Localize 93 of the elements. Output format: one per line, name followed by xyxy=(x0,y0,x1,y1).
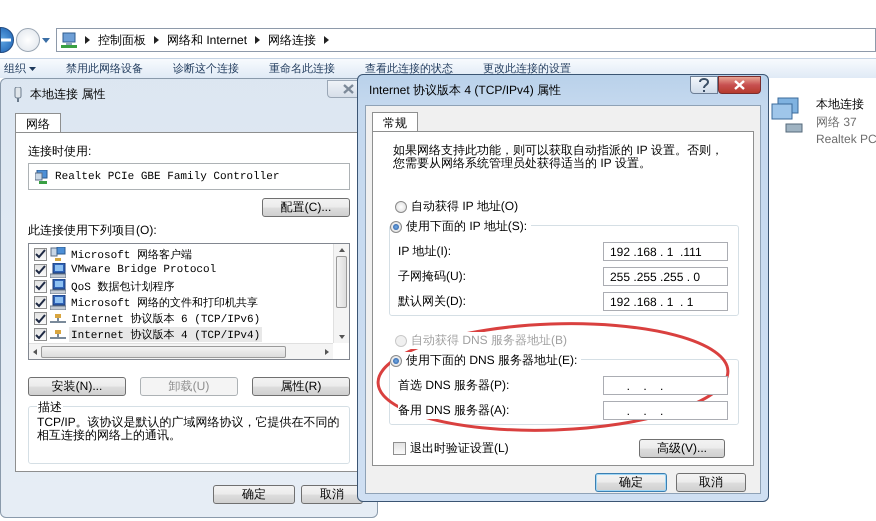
ip-address-field[interactable]: 255 .255 .255 . 0 xyxy=(603,267,728,286)
network-line-icon xyxy=(50,313,66,324)
chevron-right-icon xyxy=(255,36,260,44)
check-icon xyxy=(35,265,46,276)
configure-button[interactable]: 配置(C)... xyxy=(262,198,350,217)
network-folder-icon xyxy=(61,32,77,48)
computer-icon xyxy=(50,247,66,262)
field-label: IP 地址(I): xyxy=(398,243,452,260)
help-icon xyxy=(698,78,710,92)
breadcrumb-item[interactable]: 控制面板 xyxy=(98,32,146,48)
scroll-right-icon xyxy=(325,348,329,354)
tab[interactable]: 常规 xyxy=(372,112,418,132)
list-item[interactable]: QoS 数据包计划程序 xyxy=(69,278,176,294)
breadcrumb-item[interactable]: 网络连接 xyxy=(268,32,316,48)
connection-adapter: Realtek PC xyxy=(816,132,876,146)
check-icon xyxy=(35,314,46,324)
field-label: 子网掩码(U): xyxy=(398,268,466,285)
checkbox[interactable] xyxy=(34,328,47,342)
toolbar-button[interactable]: 重命名此连接 xyxy=(269,61,335,76)
monitor-icon xyxy=(50,295,66,310)
cancel-button[interactable]: 取消 xyxy=(301,485,363,504)
cancel-button[interactable]: 取消 xyxy=(676,473,746,492)
checkbox[interactable] xyxy=(34,264,47,277)
scroll-down-icon xyxy=(338,335,344,339)
group-title: 描述 xyxy=(37,399,63,416)
list-item[interactable]: Internet 协议版本 6 (TCP/IPv6) xyxy=(69,311,262,326)
radio-button[interactable]: 使用下面的 DNS 服务器地址(E): xyxy=(390,352,582,369)
radio-button[interactable]: 使用下面的 IP 地址(S): xyxy=(390,218,532,235)
ip-address-field[interactable]: 192 .168 . 1 . 1 xyxy=(603,292,728,311)
monitor-icon xyxy=(50,278,66,294)
scroll-left-icon xyxy=(33,348,37,354)
field-label: 首选 DNS 服务器(P): xyxy=(398,377,510,394)
ip-address-field[interactable]: . . . xyxy=(603,376,728,395)
connection-name[interactable]: 本地连接 xyxy=(816,96,876,113)
toolbar-button[interactable]: 查看此连接的状态 xyxy=(365,61,453,76)
close-icon xyxy=(734,80,745,90)
check-icon xyxy=(35,298,46,308)
horizontal-scrollbar[interactable] xyxy=(29,343,333,359)
close-icon xyxy=(343,84,354,94)
vertical-scrollbar[interactable] xyxy=(333,244,349,343)
toolbar-button[interactable]: 诊断这个连接 xyxy=(173,61,239,76)
window-title: 本地连接 属性 xyxy=(30,86,106,102)
checkbox[interactable] xyxy=(34,296,47,310)
list-label: 此连接使用下列项目(O): xyxy=(28,222,158,239)
help-button[interactable] xyxy=(690,76,718,94)
check-icon xyxy=(35,281,46,292)
description-text: TCP/IP。该协议是默认的广域网络协议，它提供在不同的相互连接的网络上的通讯。 xyxy=(37,416,341,442)
dropdown-caret-icon xyxy=(29,66,36,70)
list-item[interactable]: Microsoft 网络客户端 xyxy=(69,246,194,262)
back-button[interactable] xyxy=(0,27,14,53)
scroll-thumb[interactable] xyxy=(336,256,347,308)
check-icon xyxy=(35,249,46,260)
list-item[interactable]: VMware Bridge Protocol xyxy=(69,264,218,276)
monitor-icon xyxy=(50,262,66,278)
list-item[interactable]: Microsoft 网络的文件和打印机共享 xyxy=(69,295,260,310)
network-line-icon xyxy=(50,329,66,340)
radio-button[interactable]: 自动获得 IP 地址(O) xyxy=(393,198,739,215)
toolbar-button[interactable]: 组织 xyxy=(4,61,36,76)
checkbox[interactable] xyxy=(34,248,47,261)
ok-button[interactable]: 确定 xyxy=(213,485,295,504)
action-button[interactable]: 安装(N)... xyxy=(28,377,126,396)
checkbox[interactable] xyxy=(34,312,47,326)
scroll-thumb[interactable] xyxy=(41,346,286,358)
ok-button[interactable]: 确定 xyxy=(595,473,667,492)
checkbox-label[interactable]: 退出时验证设置(L) xyxy=(410,440,509,457)
toolbar-button[interactable]: 更改此连接的设置 xyxy=(483,61,571,76)
checkbox[interactable] xyxy=(34,280,47,293)
action-button[interactable]: 属性(R) xyxy=(252,377,350,396)
chevron-right-icon xyxy=(85,36,90,44)
field-label: 默认网关(D): xyxy=(398,293,466,310)
field-label: 连接时使用: xyxy=(28,143,92,160)
checkbox[interactable] xyxy=(393,442,406,455)
ip-address-field[interactable]: 192 .168 . 1 .111 xyxy=(603,242,728,261)
check-icon xyxy=(35,330,46,340)
address-bar[interactable]: 控制面板 网络和 Internet 网络连接 xyxy=(56,28,876,52)
plug-icon xyxy=(12,86,24,102)
adapter-field: Realtek PCIe GBE Family Controller xyxy=(28,163,350,190)
window-title: Internet 协议版本 4 (TCP/IPv4) 属性 xyxy=(369,82,562,98)
dropdown-caret-icon xyxy=(42,38,50,42)
network-adapter-icon xyxy=(35,170,49,184)
tab[interactable]: 网络 xyxy=(15,113,61,133)
chevron-right-icon xyxy=(324,36,330,44)
list-item[interactable]: Internet 协议版本 4 (TCP/IPv4) xyxy=(69,327,262,342)
ip-address-field[interactable]: . . . xyxy=(603,401,728,420)
advanced-button[interactable]: 高级(V)... xyxy=(639,439,725,458)
scroll-up-icon xyxy=(338,248,344,252)
chevron-right-icon xyxy=(154,36,159,44)
close-button[interactable] xyxy=(718,76,761,94)
breadcrumb-item[interactable]: 网络和 Internet xyxy=(167,32,248,48)
intro-text: 如果网络支持此功能，则可以获取自动指派的 IP 设置。否则，您需要从网络系统管理员处获得适当的 IP 设置。 xyxy=(393,144,724,170)
connection-network: 网络 37 xyxy=(816,114,858,131)
field-label: 备用 DNS 服务器(A): xyxy=(398,402,510,419)
toolbar-button[interactable]: 禁用此网络设备 xyxy=(66,61,143,76)
